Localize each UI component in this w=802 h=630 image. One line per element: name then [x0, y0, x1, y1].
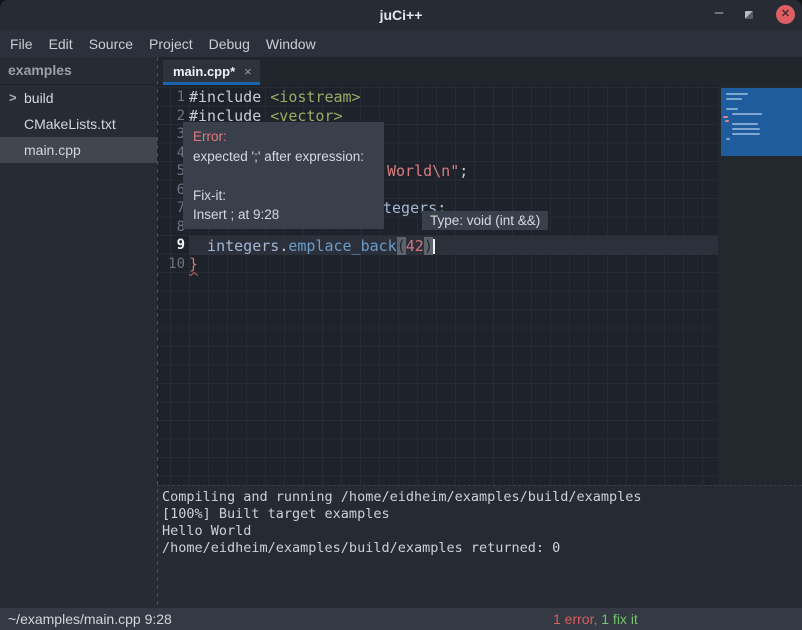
- minimap-line: [726, 138, 730, 140]
- error-count: 1 error,: [553, 611, 597, 627]
- menu-item-file[interactable]: File: [10, 36, 33, 52]
- minimap-line: [732, 133, 760, 135]
- code-token: 42: [406, 237, 424, 255]
- minimap-line: [732, 123, 758, 125]
- code-token: ;: [459, 162, 468, 180]
- close-button[interactable]: ✕: [776, 5, 795, 24]
- sidebar-item-build[interactable]: > build: [0, 85, 157, 111]
- minimap-line: [726, 108, 738, 110]
- line-number: 1: [157, 88, 185, 107]
- minimap-error-mark: [725, 120, 729, 122]
- code-text: #include <iostream>: [189, 88, 718, 107]
- tab-close-icon[interactable]: ×: [244, 64, 252, 79]
- file-tree-sidebar[interactable]: examples > buildCMakeLists.txtmain.cpp: [0, 57, 157, 607]
- line-number: 2: [157, 107, 185, 126]
- restore-icon: [745, 11, 753, 19]
- code-token: <iostream>: [270, 88, 360, 106]
- minimize-button[interactable]: –: [710, 0, 728, 30]
- minimap-viewport[interactable]: [721, 88, 802, 156]
- sidebar-item-label: build: [24, 85, 54, 111]
- sidebar-item-main-cpp[interactable]: main.cpp: [0, 137, 157, 163]
- window-title: juCi++: [0, 0, 802, 30]
- terminal-line: [100%] Built target examples: [162, 506, 802, 523]
- line-number: 5: [157, 162, 185, 181]
- titlebar[interactable]: juCi++ – ✕: [0, 0, 802, 30]
- minimap-line: [726, 98, 742, 100]
- chevron-right-icon[interactable]: >: [9, 85, 17, 111]
- sidebar-item-label: CMakeLists.txt: [24, 111, 116, 137]
- tab-label: main.cpp*: [173, 64, 235, 79]
- error-tooltip-title: Error:: [193, 129, 374, 144]
- fixit-count: 1 fix it: [601, 611, 638, 627]
- text-cursor: [433, 239, 435, 254]
- menu-item-debug[interactable]: Debug: [209, 36, 250, 52]
- project-folder-header: examples: [0, 57, 157, 85]
- pane-separator[interactable]: [157, 57, 158, 607]
- status-bar: ~/examples/main.cpp 9:28 1 error, 1 fix …: [0, 607, 802, 630]
- terminal-output[interactable]: Compiling and running /home/eidheim/exam…: [157, 485, 802, 607]
- code-text: }: [189, 255, 718, 274]
- code-token: World\n": [387, 162, 459, 180]
- line-number: 7: [157, 199, 185, 218]
- code-line-9[interactable]: 9 integers.emplace_back(42): [157, 236, 718, 255]
- menu-item-source[interactable]: Source: [89, 36, 133, 52]
- minimap[interactable]: [718, 85, 802, 485]
- status-diagnostics: 1 error, 1 fix it: [553, 608, 638, 630]
- code-token: }: [189, 255, 198, 273]
- menu-item-window[interactable]: Window: [266, 36, 316, 52]
- line-number: 10: [157, 255, 185, 274]
- line-number: 6: [157, 181, 185, 200]
- code-token: #include: [189, 88, 270, 106]
- code-token: (: [397, 237, 406, 255]
- sidebar-item-label: main.cpp: [24, 137, 81, 163]
- line-number: 4: [157, 144, 185, 163]
- minimap-line: [732, 128, 760, 130]
- code-text: World\n";: [387, 162, 468, 181]
- code-text: integers.emplace_back(42): [189, 236, 718, 255]
- line-number: 8: [157, 218, 185, 237]
- status-file-path: ~/examples/main.cpp 9:28: [8, 608, 172, 630]
- menu-item-edit[interactable]: Edit: [49, 36, 73, 52]
- minimap-line: [726, 93, 748, 95]
- minimap-line: [732, 113, 762, 115]
- line-number: 3: [157, 125, 185, 144]
- terminal-line: Compiling and running /home/eidheim/exam…: [162, 489, 802, 506]
- menu-item-project[interactable]: Project: [149, 36, 193, 52]
- menubar: File Edit Source Project Debug Window: [0, 30, 802, 57]
- minimap-error-mark: [723, 116, 728, 118]
- error-tooltip-message: expected ';' after expression:: [193, 149, 374, 164]
- sidebar-item-cmakelists-txt[interactable]: CMakeLists.txt: [0, 111, 157, 137]
- type-tooltip: Type: void (int &&): [422, 211, 548, 230]
- minimize-icon: –: [715, 4, 723, 21]
- fixit-label: Fix-it:: [193, 188, 374, 203]
- jucipp-window: juCi++ – ✕ File Edit Source Project Debug Win…: [0, 0, 802, 630]
- close-icon: ✕: [781, 8, 790, 20]
- code-token: emplace_back: [288, 237, 396, 255]
- terminal-line: Hello World: [162, 523, 802, 540]
- code-token: integers: [189, 237, 279, 255]
- restore-button[interactable]: [740, 11, 758, 20]
- code-line-1[interactable]: 1#include <iostream>: [157, 88, 718, 107]
- error-tooltip: Error: expected ';' after expression: Fi…: [183, 122, 384, 229]
- tab-bar: main.cpp* ×: [157, 57, 802, 85]
- line-number: 9: [157, 236, 185, 255]
- fixit-action: Insert ; at 9:28: [193, 207, 374, 222]
- code-token: ): [424, 237, 433, 255]
- tab-main-cpp[interactable]: main.cpp* ×: [163, 60, 260, 85]
- code-editor[interactable]: 1#include <iostream>2#include <vector>34…: [157, 85, 802, 485]
- terminal-line: /home/eidheim/examples/build/examples re…: [162, 540, 802, 557]
- code-line-10[interactable]: 10}: [157, 255, 718, 274]
- code-token: .: [279, 237, 288, 255]
